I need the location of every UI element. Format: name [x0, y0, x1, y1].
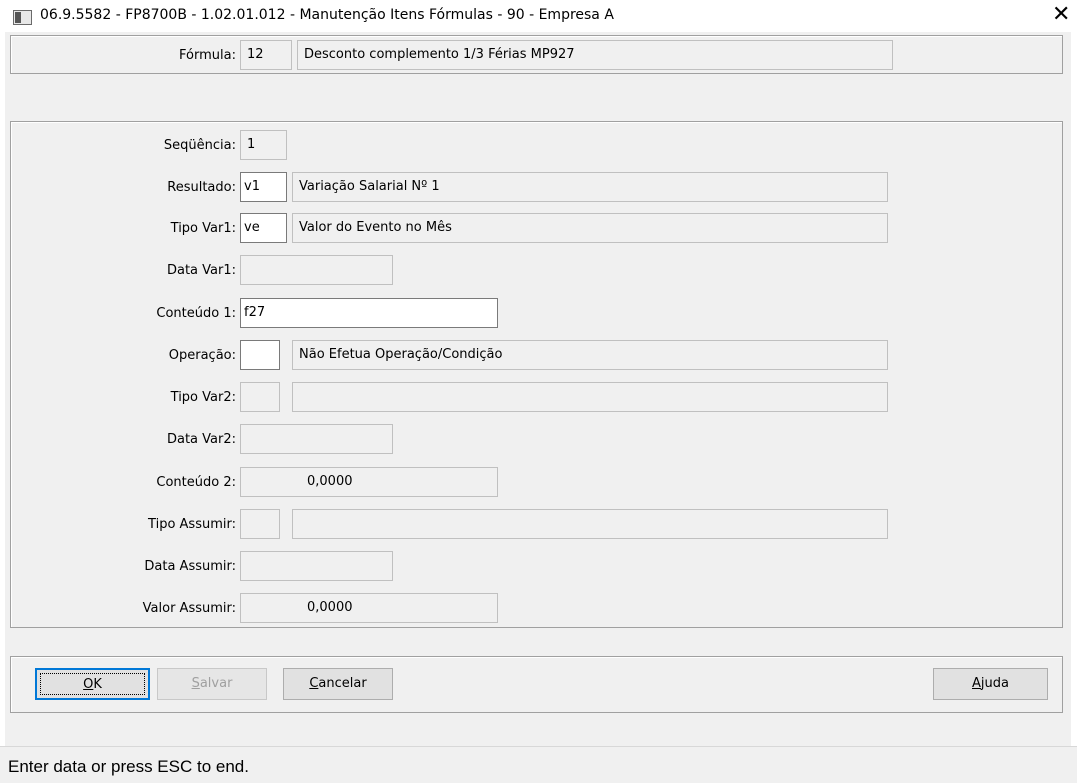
tipo-assumir-label: Tipo Assumir: [148, 517, 236, 532]
formula-description-field: Desconto complemento 1/3 Férias MP927 [297, 40, 893, 70]
tipo-var1-description-field: Valor do Evento no Mês [292, 213, 888, 243]
ok-button[interactable]: OK [35, 668, 150, 700]
cancelar-button[interactable]: Cancelar [283, 668, 393, 700]
close-icon[interactable]: ✕ [1052, 4, 1070, 26]
formula-panel: Fórmula: 12 Desconto complemento 1/3 Fér… [10, 35, 1063, 74]
data-assumir-field[interactable] [240, 551, 393, 581]
title-bar: 06.9.5582 - FP8700B - 1.02.01.012 - Manu… [0, 0, 1077, 32]
formula-code-field: 12 [240, 40, 292, 70]
tipo-assumir-description-field [292, 509, 888, 539]
button-bar: OK Salvar Cancelar Ajuda [10, 656, 1063, 713]
salvar-button-label: alvar [199, 676, 233, 691]
tipo-var1-label: Tipo Var1: [170, 221, 236, 236]
formula-label: Fórmula: [179, 48, 236, 63]
salvar-accel-key: S [191, 676, 200, 691]
valor-assumir-label: Valor Assumir: [142, 601, 236, 616]
conteudo1-label: Conteúdo 1: [156, 306, 236, 321]
resultado-description-field: Variação Salarial Nº 1 [292, 172, 888, 202]
data-var1-field[interactable] [240, 255, 393, 285]
focus-rectangle [40, 673, 145, 695]
status-bar: Enter data or press ESC to end. [0, 746, 1077, 783]
conteudo2-label: Conteúdo 2: [156, 475, 236, 490]
ajuda-button-label: juda [980, 676, 1009, 691]
conteudo2-field[interactable]: 0,0000 [240, 467, 498, 497]
sequencia-field: 1 [240, 130, 287, 160]
operacao-description-field: Não Efetua Operação/Condição [292, 340, 888, 370]
status-message: Enter data or press ESC to end. [8, 757, 249, 776]
window-app-icon[interactable] [13, 10, 32, 25]
formula-item-panel: Seqüência: 1 Resultado: v1 Variação Sala… [10, 121, 1063, 628]
dialog-client-area: Fórmula: 12 Desconto complemento 1/3 Fér… [5, 32, 1071, 746]
sequencia-label: Seqüência: [163, 138, 236, 153]
data-var1-label: Data Var1: [166, 263, 236, 278]
window-title: 06.9.5582 - FP8700B - 1.02.01.012 - Manu… [40, 7, 614, 23]
data-var2-field[interactable] [240, 424, 393, 454]
resultado-label: Resultado: [167, 180, 236, 195]
tipo-var2-description-field [292, 382, 888, 412]
data-assumir-label: Data Assumir: [144, 559, 236, 574]
tipo-var1-input[interactable]: ve [240, 213, 287, 243]
tipo-var2-field[interactable] [240, 382, 280, 412]
salvar-button[interactable]: Salvar [157, 668, 267, 700]
data-var2-label: Data Var2: [166, 432, 236, 447]
operacao-label: Operação: [168, 348, 236, 363]
tipo-var2-label: Tipo Var2: [170, 390, 236, 405]
operacao-input[interactable] [240, 340, 280, 370]
conteudo1-input[interactable]: f27 [240, 298, 498, 328]
ajuda-button[interactable]: Ajuda [933, 668, 1048, 700]
resultado-input[interactable]: v1 [240, 172, 287, 202]
ajuda-accel-key: A [972, 676, 981, 691]
tipo-assumir-field[interactable] [240, 509, 280, 539]
cancelar-button-label: ancelar [318, 676, 367, 691]
valor-assumir-field[interactable]: 0,0000 [240, 593, 498, 623]
